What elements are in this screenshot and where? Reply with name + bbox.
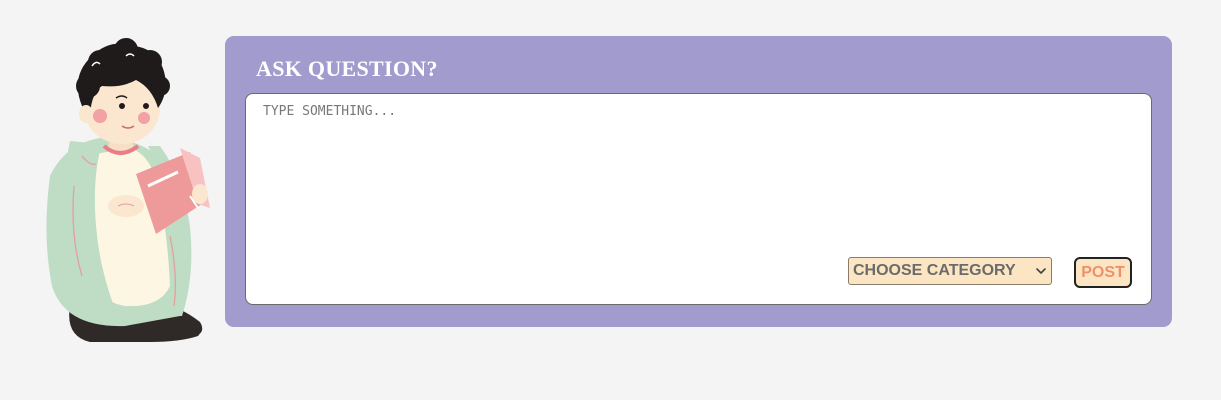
post-button[interactable]: POST	[1074, 257, 1132, 288]
ask-question-panel: ASK QUESTION? CHOOSE CATEGORY POST	[225, 36, 1172, 327]
ask-question-page: ASK QUESTION? CHOOSE CATEGORY POST	[0, 0, 1221, 400]
compose-box: CHOOSE CATEGORY POST	[245, 93, 1152, 305]
category-select[interactable]: CHOOSE CATEGORY	[848, 257, 1052, 285]
panel-title: ASK QUESTION?	[256, 56, 438, 81]
category-select-value: CHOOSE CATEGORY	[853, 262, 1016, 279]
question-input[interactable]	[255, 102, 1151, 246]
person-reading-illustration	[46, 38, 210, 342]
chevron-down-icon	[1035, 265, 1047, 277]
